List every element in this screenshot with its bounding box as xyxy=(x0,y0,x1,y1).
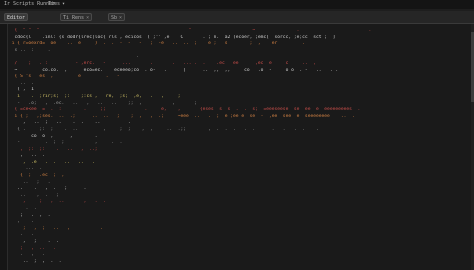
code-line[interactable]: ~ co.co. , eco=ec. eceeeo;co . o- . ] ..… xyxy=(9,68,470,75)
code-line[interactable]: ; , .. . xyxy=(9,246,470,253)
code-line[interactable]: , .. ; .. . . .. . xyxy=(9,120,470,127)
tab-editor[interactable]: Editor xyxy=(4,13,29,21)
tab-sb[interactable]: Sb × xyxy=(108,13,126,21)
close-icon[interactable]: × xyxy=(119,15,122,21)
code-line[interactable]: .. . , . ; . xyxy=(9,186,470,193)
code-line[interactable]: { S 's es , e . - xyxy=(9,74,470,81)
code-line[interactable]: { . ;: ; . .. , ; ; , , .. .;; , . . . .… xyxy=(9,127,470,134)
code-area[interactable]: { " " " " ~ . . cdoc{l .inl: {s dodr{lre… xyxy=(9,28,470,265)
code-line[interactable]: . xyxy=(9,54,470,61)
code-line[interactable]: . . xyxy=(9,232,470,239)
window-title-secondary: Ties xyxy=(48,1,61,7)
code-line[interactable]: , . xyxy=(9,219,470,226)
tab-bar: Editor Ti Rens × Sb × xyxy=(0,11,474,24)
code-line[interactable]: . . xyxy=(9,206,470,213)
code-line[interactable]: i { r=oexrd= oe .. e ) . . - - - ; -e ..… xyxy=(9,41,470,48)
code-line[interactable]: { " " " " ~ . . xyxy=(9,28,470,35)
code-line[interactable]: , .e . . .. .. . xyxy=(9,160,470,167)
code-line[interactable]: , ; , .. , . . xyxy=(9,199,470,206)
code-line[interactable]: .. ; . xyxy=(9,180,470,187)
code-line[interactable]: .. , . ; xyxy=(9,193,470,200)
code-line[interactable]: s .. : . xyxy=(9,48,470,55)
tab-label: Ti Rens xyxy=(63,15,85,21)
code-line[interactable]: cdoc{l .inl: {s dodr{lrec[loc{ rls , eci… xyxy=(9,35,470,42)
code-line[interactable]: / ; . : - ,erc. - ... . . ... . . .ec ee… xyxy=(9,61,470,68)
tab-ti-rens[interactable]: Ti Rens × xyxy=(60,13,93,21)
tab-label: Editor xyxy=(7,15,26,21)
line-gutter xyxy=(0,24,8,270)
code-line[interactable]: , ; . . xyxy=(9,239,470,246)
title-bar: Ir Scripts Runner Ties ▾ xyxy=(0,0,474,9)
code-line[interactable]: , ;: ;: . .. , ..; xyxy=(9,147,470,154)
tab-label: Sb xyxy=(111,15,118,21)
editor-pane[interactable]: { " " " " ~ . . cdoc{l .inl: {s dodr{lre… xyxy=(0,24,474,270)
code-line[interactable]: - . ; ; , . . xyxy=(9,140,470,147)
code-line[interactable]: ; . , . xyxy=(9,213,470,220)
code-line[interactable]: ; , ; .. , . xyxy=(9,226,470,233)
code-line[interactable]: i { ; ,;ses. .. .; .. .. ; ; , , .; ~eee… xyxy=(9,114,470,121)
code-line[interactable]: , .. . xyxy=(9,153,470,160)
code-line[interactable]: - .o; , .ec. .. , .. .. ;; , , ; xyxy=(9,101,470,108)
code-line[interactable]: i . ;rir;s; ;: ;:cs , re, ;s; ,e, . , ; xyxy=(9,94,470,101)
code-line[interactable]: { ; .ec ; , xyxy=(9,173,470,180)
window-menu-icon[interactable]: ▾ xyxy=(62,1,65,7)
code-line[interactable]: ... . xyxy=(9,166,470,173)
code-line[interactable]: .. ; , . . xyxy=(9,259,470,266)
code-line[interactable]: ( , 1 xyxy=(9,87,470,94)
code-line[interactable]: { =ce<ee = . : . ;; . e, , {eses s s . .… xyxy=(9,107,470,114)
code-line[interactable]: co o , , . xyxy=(9,134,470,141)
code-editor-window: Ir Scripts Runner Ties ▾ Editor Ti Rens ×… xyxy=(0,0,474,270)
code-line[interactable]: . , . xyxy=(9,252,470,259)
code-line[interactable]: .. . xyxy=(9,81,470,88)
close-icon[interactable]: × xyxy=(86,15,89,21)
